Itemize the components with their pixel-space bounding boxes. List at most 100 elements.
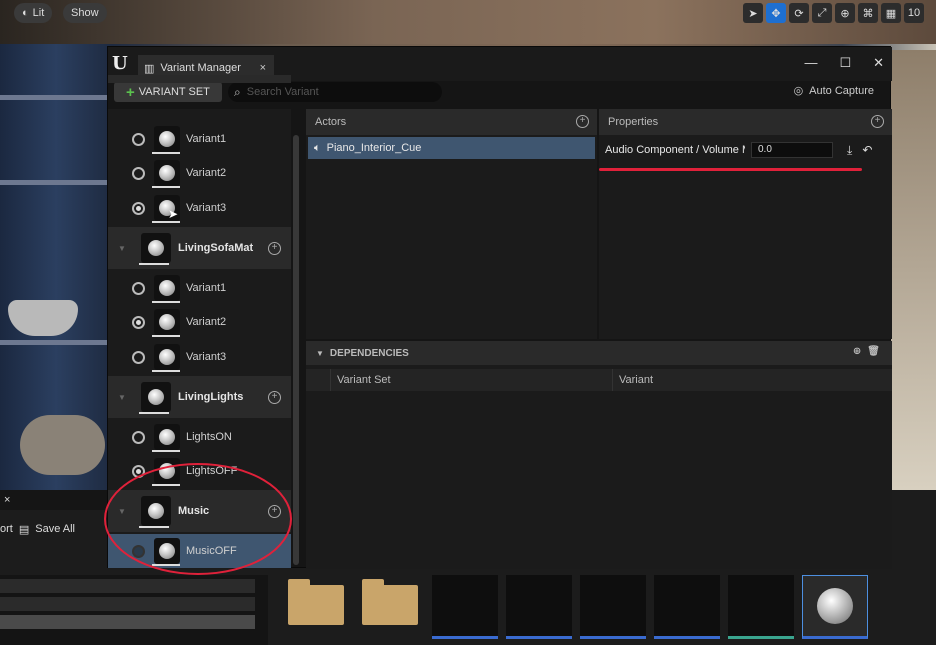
folder-asset[interactable] (358, 575, 424, 639)
actors-panel: Actors + 🔈︎ Piano_Interior_Cue (306, 109, 597, 339)
add-variant-set-button[interactable]: + VARIANT SET (114, 82, 222, 102)
property-row[interactable]: Audio Component / Volume M 0.0 ⤓ ↶ (599, 137, 892, 163)
properties-panel: Properties + Audio Component / Volume M … (599, 109, 892, 339)
variant-set-row-partial[interactable] (108, 75, 291, 83)
asset-tile[interactable] (728, 575, 794, 639)
asset-grid (278, 575, 936, 645)
collapse-arrow-icon[interactable]: ▼ (316, 349, 324, 358)
sphere-icon (159, 280, 175, 296)
auto-capture-button[interactable]: ◎ Auto Capture (793, 84, 874, 98)
variant-set-row[interactable]: ▼ LivingLights + (108, 376, 291, 418)
mouse-cursor-icon: ➤ (168, 207, 179, 221)
reset-icon[interactable]: ↶ (862, 143, 872, 158)
import-button[interactable]: ort (0, 523, 13, 535)
variant-thumbnail (154, 160, 180, 186)
cube-icon (817, 588, 853, 624)
tree-item-selected[interactable] (0, 615, 255, 629)
variant-thumbnail (154, 275, 180, 301)
column-header[interactable]: Variant Set (330, 369, 612, 391)
variant-radio[interactable] (132, 350, 145, 364)
variant-radio-selected[interactable] (132, 315, 145, 329)
move-icon[interactable]: ✥ (766, 3, 786, 23)
lit-mode-button[interactable]: ◐ Lit (14, 3, 53, 23)
plus-icon: + (126, 83, 135, 101)
dependencies-header[interactable]: ▼ DEPENDENCIES ⊕ 🗑︎ (306, 341, 892, 365)
properties-header: Properties + (599, 109, 892, 135)
content-tab[interactable]: × (0, 490, 110, 510)
tree-item[interactable] (0, 579, 255, 593)
trash-icon[interactable]: 🗑︎ (867, 346, 880, 357)
add-variant-icon[interactable]: + (268, 241, 281, 255)
actor-row[interactable]: 🔈︎ Piano_Interior_Cue (308, 137, 595, 159)
variant-row[interactable]: Variant1 (108, 271, 291, 305)
variant-row[interactable]: Variant3 (108, 191, 291, 225)
column-header[interactable]: Variant (612, 369, 892, 391)
property-value-field[interactable]: 0.0 (751, 142, 833, 158)
sphere-icon (159, 349, 175, 365)
audio-asset[interactable] (654, 575, 720, 639)
annotation-underline (599, 168, 862, 171)
audio-asset[interactable] (580, 575, 646, 639)
scale-icon[interactable]: ⤢ (812, 3, 832, 23)
rotate-icon[interactable]: ⟳ (789, 3, 809, 23)
add-dependency-icon[interactable]: ⊕ (853, 346, 861, 357)
show-button[interactable]: Show (63, 3, 107, 23)
expand-arrow-icon[interactable]: ▼ (118, 393, 126, 402)
variant-row[interactable]: Variant2 (108, 156, 291, 190)
world-icon[interactable]: ⊕ (835, 3, 855, 23)
add-variant-icon[interactable]: + (268, 390, 281, 404)
tab-close-icon[interactable]: × (260, 62, 266, 74)
close-button[interactable]: ✕ (873, 55, 884, 71)
sphere-icon (159, 429, 175, 445)
bowl-object (8, 300, 78, 336)
maximize-button[interactable]: ☐ (839, 55, 851, 71)
close-icon[interactable]: × (4, 494, 10, 506)
selected-asset[interactable] (802, 575, 868, 639)
set-thumbnail (141, 382, 171, 412)
sphere-icon (148, 389, 164, 405)
record-icon[interactable]: ⤓ (847, 143, 852, 158)
expand-arrow-icon[interactable]: ▼ (118, 244, 126, 253)
shelf (0, 180, 108, 185)
surface-snap-icon[interactable]: ⌘ (858, 3, 878, 23)
variant-row[interactable]: Variant3 (108, 340, 291, 374)
grid-value[interactable]: 10 (904, 3, 924, 23)
vm-toolbar: + VARIANT SET ⌕ ◎ Auto Capture (108, 81, 892, 105)
folder-icon (288, 579, 344, 625)
sphere-icon (159, 131, 175, 147)
variant-thumbnail (154, 126, 180, 152)
variant-row[interactable]: LightsON (108, 420, 291, 454)
window-object (888, 50, 936, 490)
audio-asset[interactable] (432, 575, 498, 639)
variant-set-row[interactable]: ▼ LivingSofaMat + (108, 227, 291, 269)
variant-radio[interactable] (132, 166, 145, 180)
add-property-icon[interactable]: + (871, 115, 884, 128)
folder-tree[interactable] (0, 575, 268, 645)
shelf (0, 95, 108, 100)
minimize-button[interactable]: — (804, 55, 817, 71)
grid-icon[interactable]: ▦ (881, 3, 901, 23)
capture-icon: ◎ (793, 85, 804, 97)
select-icon[interactable]: ➤ (743, 3, 763, 23)
variant-thumbnail (154, 424, 180, 450)
add-actor-icon[interactable]: + (576, 115, 589, 128)
variant-radio[interactable] (132, 430, 145, 444)
variant-row[interactable]: Variant2 (108, 305, 291, 339)
lit-icon: ◐ (22, 7, 29, 19)
variant-radio-selected[interactable] (132, 201, 145, 215)
variant-row[interactable]: Variant1 (108, 122, 291, 156)
sphere-icon (148, 240, 164, 256)
tree-item[interactable] (0, 597, 255, 611)
search-input[interactable] (246, 86, 427, 98)
folder-asset[interactable] (284, 575, 350, 639)
tree-scrollbar[interactable] (293, 135, 299, 565)
audio-asset[interactable] (506, 575, 572, 639)
save-all-button[interactable]: Save All (35, 523, 75, 535)
save-icon: ▤ (18, 523, 30, 536)
variant-thumbnail (154, 344, 180, 370)
window-controls: — ☐ ✕ (804, 55, 884, 71)
search-box[interactable]: ⌕ (228, 82, 442, 102)
variant-radio[interactable] (132, 281, 145, 295)
basket-object (20, 415, 105, 475)
variant-radio[interactable] (132, 132, 145, 146)
